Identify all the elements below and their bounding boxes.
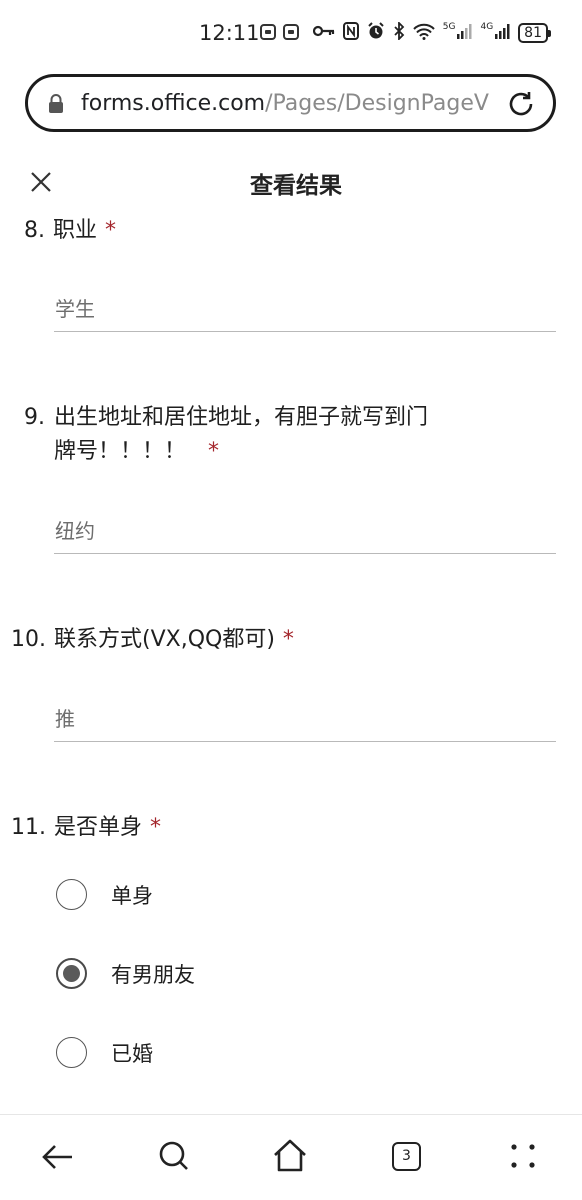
radio-button[interactable] <box>56 879 87 910</box>
question-number: 11. <box>11 815 46 840</box>
home-icon[interactable] <box>270 1136 310 1176</box>
required-marker: * <box>105 218 117 243</box>
question-number: 8. <box>24 218 45 243</box>
reload-icon[interactable] <box>506 89 536 119</box>
page-title: 查看结果 <box>250 173 342 199</box>
question-text: 联系方式(VX,QQ都可) <box>54 627 275 652</box>
question-number: 9. <box>24 405 45 430</box>
required-marker: * <box>208 439 220 464</box>
question-11-title: 11. 是否单身 * <box>11 811 161 845</box>
back-icon[interactable] <box>38 1136 78 1176</box>
url-bar[interactable]: forms.office.com/Pages/DesignPageV <box>25 74 556 132</box>
question-text: 是否单身 <box>54 815 143 840</box>
search-icon[interactable] <box>154 1136 194 1176</box>
more-options-icon[interactable] <box>503 1136 543 1176</box>
question-text-line1: 出生地址和居住地址，有胆子就写到门 <box>54 405 429 430</box>
wifi-icon <box>413 23 435 44</box>
question-9-text: 出生地址和居住地址，有胆子就写到门 牌号！！！！ * <box>54 401 428 469</box>
app-notification-icon <box>260 24 276 40</box>
signal-4g-icon: 4G <box>480 23 510 43</box>
option-single[interactable]: 单身 <box>56 878 356 912</box>
option-has-boyfriend[interactable]: 有男朋友 <box>56 957 356 991</box>
bottom-nav-divider <box>0 1114 582 1115</box>
radio-button-selected[interactable] <box>56 958 87 989</box>
alarm-icon <box>367 22 385 44</box>
required-marker: * <box>282 627 294 652</box>
question-number: 10. <box>11 627 46 652</box>
status-icons: 5G 4G 81 <box>312 20 551 44</box>
signal-5g-icon: 5G <box>443 23 473 43</box>
question-9-title: 9. <box>24 401 45 435</box>
status-time: 12:11 <box>199 21 260 45</box>
option-label: 有男朋友 <box>111 963 195 987</box>
answer-text: 推 <box>55 707 75 731</box>
battery-indicator: 81 <box>518 23 551 43</box>
status-bar: 12:11 5G 4G 81 <box>0 0 582 66</box>
url-text[interactable]: forms.office.com/Pages/DesignPageV <box>81 91 513 116</box>
option-label: 单身 <box>111 884 153 908</box>
question-10-title: 10. 联系方式(VX,QQ都可) * <box>11 623 294 657</box>
lock-icon[interactable] <box>47 94 65 113</box>
answer-text: 纽约 <box>55 519 95 543</box>
answer-text: 学生 <box>55 297 95 321</box>
bluetooth-icon <box>393 20 405 44</box>
url-domain: forms.office.com <box>81 91 266 116</box>
nfc-icon <box>342 22 359 44</box>
radio-button[interactable] <box>56 1037 87 1068</box>
url-path: /Pages/DesignPageV <box>265 91 489 116</box>
key-icon <box>312 24 335 42</box>
app-notification-icon <box>283 24 299 40</box>
option-label: 已婚 <box>111 1042 153 1066</box>
question-10-answer: 推 <box>54 694 556 742</box>
question-8-answer: 学生 <box>54 284 556 332</box>
required-marker: * <box>150 815 162 840</box>
question-8-title: 8. 职业 * <box>24 214 116 248</box>
option-married[interactable]: 已婚 <box>56 1036 356 1070</box>
question-9-answer: 纽约 <box>54 506 556 554</box>
question-text-line2: 牌号！！！！ <box>54 439 187 464</box>
question-text: 职业 <box>53 218 98 243</box>
tabs-count-button[interactable]: 3 <box>392 1142 421 1171</box>
